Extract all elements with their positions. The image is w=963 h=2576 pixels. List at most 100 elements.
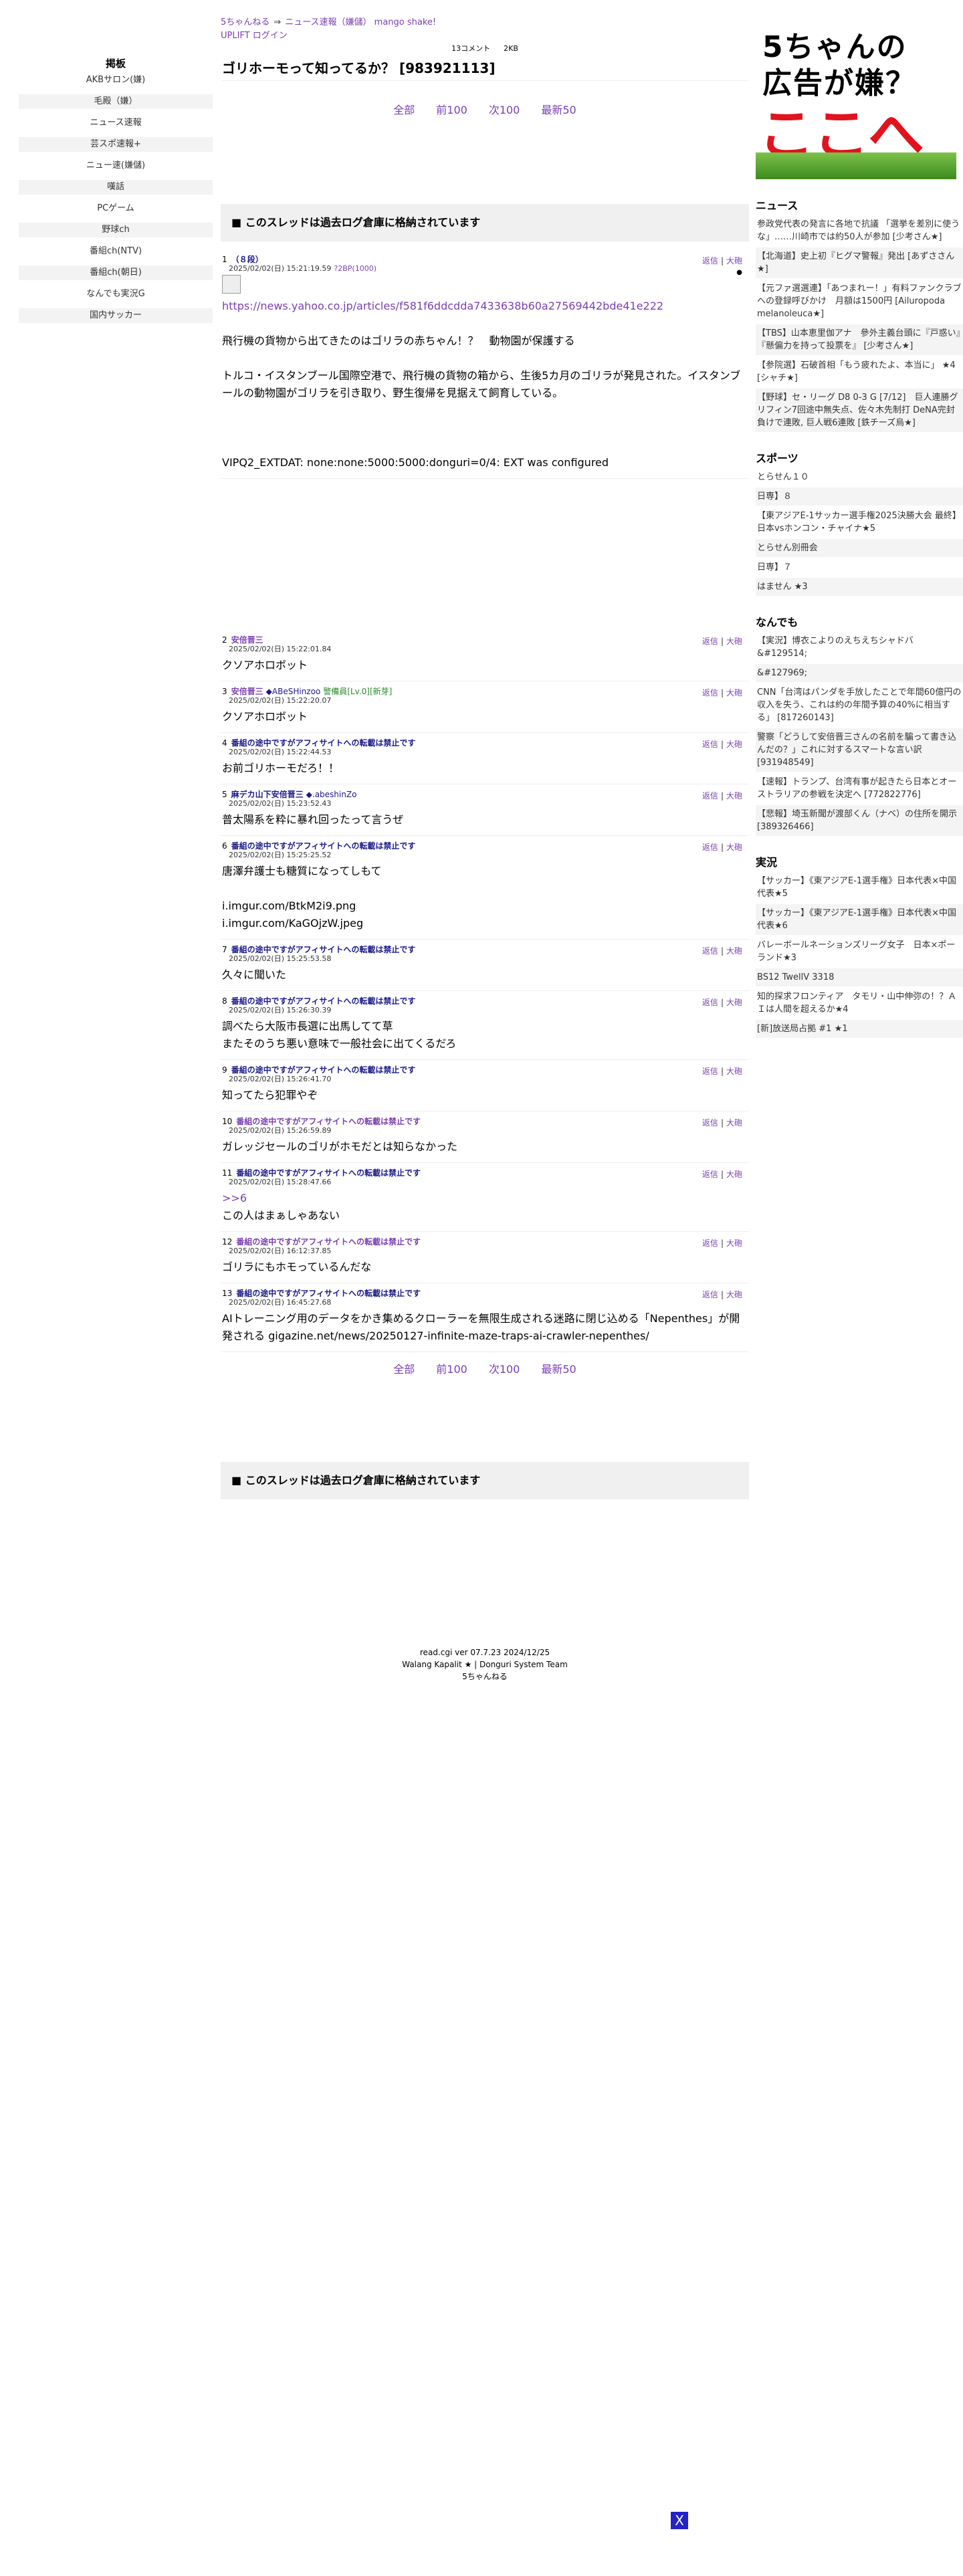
right-section-item[interactable]: 【野球】セ・リーグ D8 0-3 G [7/12] 巨人連勝グリフィン7回途中無…: [756, 389, 963, 432]
more-link[interactable]: 大砲: [726, 740, 742, 749]
post-number[interactable]: 9: [222, 1065, 227, 1075]
reply-link[interactable]: 返信: [702, 637, 718, 646]
post-date: 2025/02/02(日) 15:26:59.89: [221, 1125, 749, 1135]
close-ad-button[interactable]: X: [671, 2512, 688, 2529]
sidebar-item[interactable]: 番組ch(朝日): [19, 265, 213, 280]
sidebar-item[interactable]: AKBサロン(嫌): [19, 73, 213, 88]
pager-prev100-link[interactable]: 前100: [436, 104, 467, 116]
breadcrumb-site-link[interactable]: 5ちゃんねる: [221, 17, 270, 27]
more-link[interactable]: 大砲: [726, 688, 742, 697]
more-link[interactable]: 大砲: [726, 637, 742, 646]
right-section-item[interactable]: &#127969;: [756, 664, 963, 682]
right-section-item[interactable]: 日専】８: [756, 488, 963, 506]
right-section-item[interactable]: 【北海道】史上初『ヒグマ警報』発出 [あずささん★]: [756, 247, 963, 278]
post-number[interactable]: 4: [222, 738, 227, 748]
reply-link[interactable]: 返信: [702, 1067, 718, 1076]
reply-link[interactable]: 返信: [702, 740, 718, 749]
more-link[interactable]: 大砲: [726, 946, 742, 956]
right-section-item[interactable]: 知的探求フロンティア タモリ・山中伸弥の！？ＡＩは人間を超えるか★4: [756, 988, 963, 1018]
footer-version: read.cgi ver 07.7.23 2024/12/25: [419, 1648, 550, 1657]
reply-link[interactable]: 返信: [702, 843, 718, 852]
more-link[interactable]: 大砲: [726, 1170, 742, 1179]
post-number[interactable]: 1: [222, 255, 227, 264]
sidebar-item[interactable]: 嘆話: [19, 180, 213, 195]
reply-link[interactable]: 返信: [702, 791, 718, 800]
sidebar-item[interactable]: 野球ch: [19, 223, 213, 237]
post-number[interactable]: 8: [222, 996, 227, 1006]
post: 8 番組の途中ですがアフィサイトへの転載は禁止です 2025/02/02(日) 15…: [221, 991, 749, 1060]
right-section-item[interactable]: バレーボールネーションズリーグ女子 日本×ポーランド★3: [756, 936, 963, 967]
right-section-item[interactable]: BS12 TwellV 3318: [756, 968, 963, 986]
post-number[interactable]: 5: [222, 790, 227, 799]
more-link[interactable]: 大砲: [726, 843, 742, 852]
right-section-item[interactable]: 【元ファ選選連】「あつまれー！」有料ファンクラブへの登録呼びかけ 月額は1500…: [756, 280, 963, 323]
post: 7 番組の途中ですがアフィサイトへの転載は禁止です 2025/02/02(日) 15…: [221, 940, 749, 991]
sidebar-item[interactable]: なんでも実況G: [19, 287, 213, 302]
post-actions: 返信 | 大砲: [700, 1168, 742, 1180]
breadcrumb-board-link[interactable]: ニュース速報（嫌儲） mango shake!: [285, 17, 436, 27]
reply-link[interactable]: 返信: [702, 946, 718, 956]
right-section-item[interactable]: CNN「台湾はパンダを手放したことで年間60億円の収入を失う、これは約の年間予算…: [756, 683, 963, 727]
more-link[interactable]: 大砲: [726, 791, 742, 800]
pager-prev100-link[interactable]: 前100: [436, 1363, 467, 1376]
more-link[interactable]: 大砲: [726, 256, 742, 265]
reply-link[interactable]: 返信: [702, 1170, 718, 1179]
right-section-item[interactable]: [新]放送局占拠 #1 ★1: [756, 1020, 963, 1038]
post-number[interactable]: 2: [222, 635, 227, 645]
pager-latest50-link[interactable]: 最新50: [541, 1363, 576, 1376]
pager-all-link[interactable]: 全部: [393, 1363, 415, 1376]
post-number[interactable]: 7: [222, 945, 227, 954]
reply-link[interactable]: 返信: [702, 256, 718, 265]
footer-site: 5ちゃんねる: [462, 1672, 508, 1681]
sidebar-item[interactable]: 芸スポ速報+: [19, 137, 213, 152]
action-separator: |: [720, 1170, 724, 1179]
right-section-item[interactable]: 【TBS】山本恵里伽アナ 參外主義台頭に『戸惑い』『懸偏力を持って投票を』 [少…: [756, 324, 963, 355]
right-section-item[interactable]: 【参院選】石破首相「もう疲れたよ、本当に」 ★4 [シャチ★]: [756, 356, 963, 387]
pager-latest50-link[interactable]: 最新50: [541, 104, 576, 116]
post-id[interactable]: ?2BP(1000): [334, 264, 377, 273]
right-section-item[interactable]: 【実況】博衣こよりのえちえちシャドバ&#129514;: [756, 632, 963, 663]
post-number[interactable]: 6: [222, 841, 227, 851]
pager-next100-link[interactable]: 次100: [489, 1363, 520, 1376]
login-link[interactable]: UPLIFT ログイン: [221, 28, 749, 43]
pager-next100-link[interactable]: 次100: [489, 104, 520, 116]
post-body-line[interactable]: https://news.yahoo.co.jp/articles/f581f6…: [222, 298, 749, 315]
sidebar-item[interactable]: 国内サッカー: [19, 308, 213, 323]
sidebar-item[interactable]: 毛殿（嫌）: [19, 94, 213, 109]
right-section-item[interactable]: 【速報】トランプ、台湾有事が起きたら日本とオーストラリアの参戦を決定へ [772…: [756, 773, 963, 804]
right-section-item[interactable]: 【サッカー】《東アジアE-1選手権》日本代表×中国代表★5: [756, 872, 963, 903]
right-section-heading: スポーツ: [756, 452, 798, 465]
more-link[interactable]: 大砲: [726, 1118, 742, 1128]
right-section-item[interactable]: とらせん１０: [756, 468, 963, 486]
sidebar-item[interactable]: PCゲーム: [19, 201, 213, 216]
right-section-item[interactable]: 日専】７: [756, 558, 963, 576]
more-link[interactable]: 大砲: [726, 998, 742, 1007]
post-date-text: 2025/02/02(日) 15:22:20.07: [229, 696, 332, 705]
reply-link[interactable]: 返信: [702, 1239, 718, 1248]
sidebar-item[interactable]: ニュー速(嫌儲): [19, 158, 213, 173]
reply-link[interactable]: 返信: [702, 1290, 718, 1299]
sidebar-item[interactable]: 番組ch(NTV): [19, 244, 213, 259]
right-section-item[interactable]: 参政党代表の発言に各地で抗議 「選挙を差別に使うな」……川崎市では約50人が参加…: [756, 215, 963, 246]
right-section-item[interactable]: 【東アジアE-1サッカー選手権2025決勝大会 最終】日本vsホンコン・チャイナ…: [756, 507, 963, 538]
pager-all-link[interactable]: 全部: [393, 104, 415, 116]
post-number[interactable]: 3: [222, 687, 227, 696]
menu-dot-icon[interactable]: ●: [700, 269, 742, 276]
right-section-item[interactable]: 警察「どうして安倍晋三さんの名前を騙って書き込んだの？」これに対するスマートな言…: [756, 728, 963, 772]
post-body-line[interactable]: >>6: [222, 1190, 749, 1207]
reply-link[interactable]: 返信: [702, 688, 718, 697]
right-section-item[interactable]: 【サッカー】《東アジアE-1選手権》日本代表×中国代表★6: [756, 904, 963, 935]
right-sections: ニュース 参政党代表の発言に各地で抗議 「選挙を差別に使うな」……川崎市では約50…: [756, 197, 963, 1038]
action-separator: |: [720, 1067, 724, 1076]
reply-link[interactable]: 返信: [702, 998, 718, 1007]
sidebar-item-label: PCゲーム: [97, 203, 134, 213]
more-link[interactable]: 大砲: [726, 1067, 742, 1076]
right-section-item[interactable]: 【悲報】埼玉新聞が渡部くん（ナベ）の住所を開示 [389326466]: [756, 805, 963, 836]
more-link[interactable]: 大砲: [726, 1290, 742, 1299]
reply-link[interactable]: 返信: [702, 1118, 718, 1128]
right-section-item[interactable]: はません ★3: [756, 578, 963, 596]
sidebar-item[interactable]: ニュース速報: [19, 116, 213, 130]
ad-banner[interactable]: 5ちゃんの 広告が嫌？ ここへ: [756, 16, 956, 179]
right-section-item[interactable]: とらせん別冊会: [756, 539, 963, 557]
more-link[interactable]: 大砲: [726, 1239, 742, 1248]
